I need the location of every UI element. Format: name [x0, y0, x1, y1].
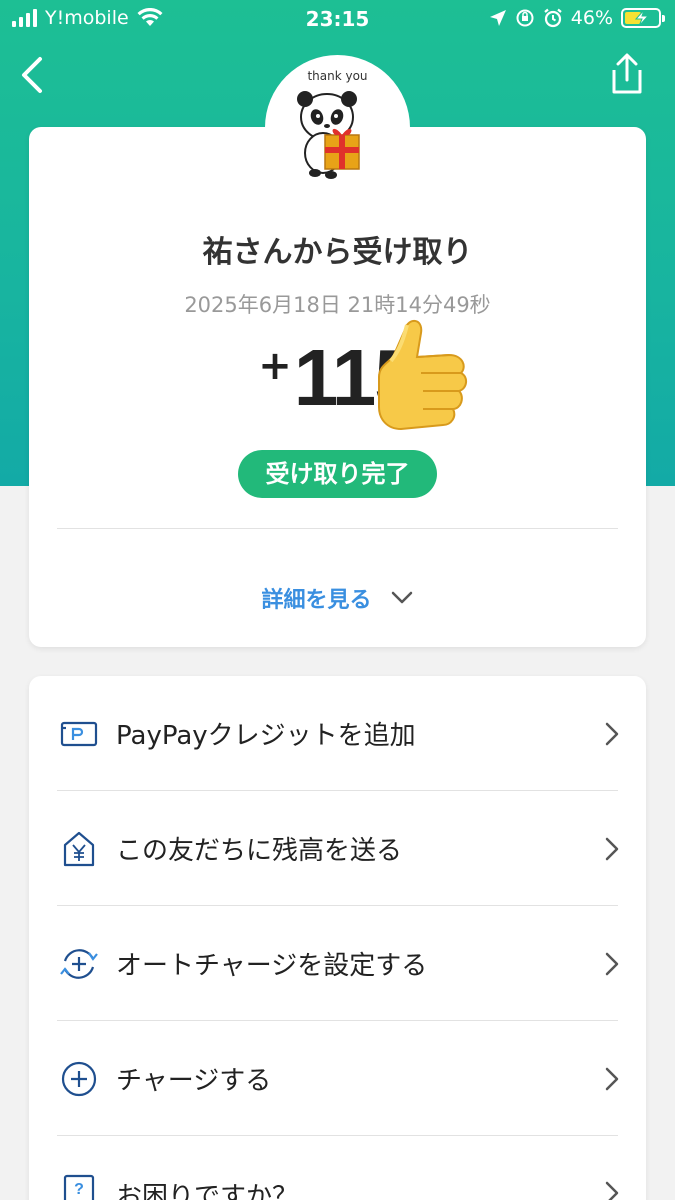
battery-icon [621, 8, 665, 28]
menu-label: この友だちに残高を送る [116, 836, 403, 866]
auto-charge-icon [59, 944, 99, 984]
help-icon: ? [59, 1172, 99, 1200]
menu-item-help[interactable]: ? お困りですか？ [29, 1136, 646, 1200]
battery-percent: 46% [570, 7, 613, 29]
share-button[interactable] [607, 52, 647, 96]
menu-item-add-credit[interactable]: PayPayクレジットを追加 [29, 676, 646, 791]
menu-item-charge[interactable]: チャージする [29, 1021, 646, 1136]
status-badge: 受け取り完了 [238, 450, 437, 498]
menu-label: PayPayクレジットを追加 [116, 721, 416, 751]
thumbs-up-icon [378, 319, 467, 431]
chevron-right-icon [605, 1181, 619, 1200]
svg-text:?: ? [74, 1181, 84, 1198]
chevron-right-icon [605, 722, 619, 745]
avatar: thank you [265, 55, 410, 200]
action-menu: PayPayクレジットを追加 この友だちに残高を送る オートチャージを設定する … [29, 676, 646, 1200]
details-toggle[interactable]: 詳細を見る [29, 582, 646, 614]
amount: +115 [29, 332, 646, 424]
chevron-right-icon [605, 952, 619, 975]
menu-label: お困りですか？ [116, 1182, 299, 1200]
back-button[interactable] [16, 55, 56, 95]
divider [57, 528, 618, 529]
menu-label: チャージする [116, 1066, 272, 1096]
timestamp: 2025年6月18日 21時14分49秒 [184, 293, 491, 317]
menu-item-auto-charge[interactable]: オートチャージを設定する [29, 906, 646, 1021]
sender-title: 祐さんから受け取り [202, 235, 473, 270]
menu-item-send-balance[interactable]: この友だちに残高を送る [29, 791, 646, 906]
orientation-lock-icon [516, 9, 534, 27]
chevron-right-icon [605, 837, 619, 860]
amount-sign: + [258, 343, 292, 389]
alarm-icon [544, 8, 562, 28]
plus-circle-icon [59, 1059, 99, 1099]
receipt-card: 祐さんから受け取り 2025年6月18日 21時14分49秒 +115 受け取り… [29, 127, 646, 647]
chevron-right-icon [605, 1067, 619, 1090]
send-balance-icon [59, 829, 99, 869]
status-bar: Y!mobile 23:15 46% [0, 0, 675, 40]
menu-label: オートチャージを設定する [116, 951, 428, 981]
avatar-caption: thank you [307, 69, 368, 83]
credit-card-icon [59, 714, 99, 754]
location-arrow-icon [489, 10, 506, 26]
panda-gift-icon [297, 91, 360, 179]
chevron-down-icon [391, 591, 412, 604]
details-label: 詳細を見る [261, 588, 372, 613]
